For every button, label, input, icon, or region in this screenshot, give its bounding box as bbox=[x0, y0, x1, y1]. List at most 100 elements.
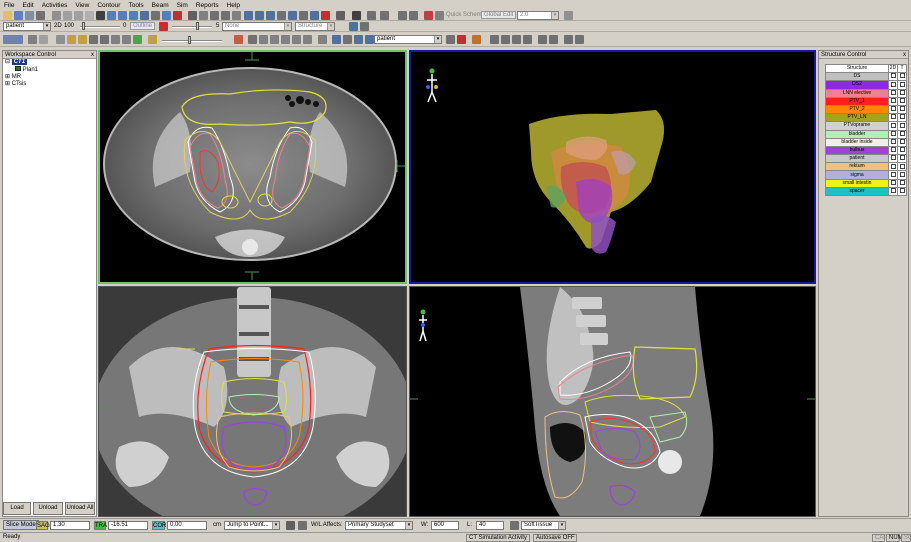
brush-size-thumb[interactable] bbox=[188, 36, 191, 44]
structure-row[interactable]: PTVoprame bbox=[825, 121, 907, 131]
open-icon[interactable] bbox=[3, 11, 12, 20]
color-icon[interactable] bbox=[148, 35, 157, 44]
level-input[interactable]: 40 bbox=[476, 521, 504, 530]
structure-row[interactable]: PTV_1 bbox=[825, 96, 907, 106]
margin-icon[interactable] bbox=[100, 35, 109, 44]
axial-viewport[interactable] bbox=[98, 50, 407, 284]
copy-icon[interactable] bbox=[74, 11, 83, 20]
structure-name[interactable]: PTVoprame bbox=[825, 121, 889, 131]
export-icon[interactable] bbox=[549, 35, 558, 44]
poi-icon[interactable] bbox=[354, 35, 363, 44]
structure-2d-checkbox[interactable] bbox=[890, 171, 896, 177]
structure-t-checkbox[interactable] bbox=[899, 147, 905, 153]
undo-icon[interactable] bbox=[52, 11, 61, 20]
structure-row[interactable]: LNN elective bbox=[825, 88, 907, 98]
point-icon[interactable] bbox=[343, 35, 352, 44]
layout-2-icon[interactable] bbox=[575, 35, 584, 44]
structure-t-checkbox[interactable] bbox=[899, 73, 905, 79]
structure-row[interactable]: rektum bbox=[825, 162, 907, 172]
stop-icon[interactable] bbox=[457, 35, 466, 44]
filter-icon[interactable] bbox=[380, 11, 389, 20]
structure-t-checkbox[interactable] bbox=[899, 122, 905, 128]
global-edit-button[interactable]: Global Edit bbox=[481, 11, 517, 19]
anchor-icon[interactable] bbox=[270, 35, 279, 44]
filter-2-icon[interactable] bbox=[259, 35, 268, 44]
structure-row[interactable]: PTV_2 bbox=[825, 104, 907, 115]
load-button[interactable]: Load bbox=[3, 502, 31, 515]
mirror-icon[interactable] bbox=[281, 35, 290, 44]
menu-sim[interactable]: Sim bbox=[173, 2, 192, 9]
move-icon[interactable] bbox=[299, 11, 308, 20]
menu-tools[interactable]: Tools bbox=[124, 2, 147, 9]
preset-icon[interactable] bbox=[510, 521, 519, 530]
sag-input[interactable]: 1.30 bbox=[50, 521, 90, 530]
zoom-in-icon[interactable] bbox=[107, 11, 116, 20]
menu-activities[interactable]: Activities bbox=[38, 2, 72, 9]
menu-view[interactable]: View bbox=[71, 2, 93, 9]
tree-item-ct1[interactable]: ⊟ CT1 bbox=[5, 59, 96, 66]
line-icon[interactable] bbox=[78, 35, 87, 44]
dose-icon[interactable] bbox=[501, 35, 510, 44]
magnify-3-icon[interactable] bbox=[266, 11, 275, 20]
save-all-icon[interactable] bbox=[25, 11, 34, 20]
zoom-fit-icon[interactable] bbox=[129, 11, 138, 20]
tree-item-ctsis[interactable]: ⊞ CTsis bbox=[5, 81, 96, 88]
patient-select-2[interactable]: patient ▾ bbox=[374, 35, 442, 44]
reset-view-icon[interactable] bbox=[173, 11, 182, 20]
structure-2d-checkbox[interactable] bbox=[890, 81, 896, 87]
display-icon[interactable] bbox=[360, 22, 369, 31]
eraser-icon[interactable] bbox=[39, 35, 48, 44]
structure-2d-checkbox[interactable] bbox=[890, 114, 896, 120]
rotate-icon[interactable] bbox=[151, 11, 160, 20]
tools-icon[interactable] bbox=[564, 35, 573, 44]
structure-t-checkbox[interactable] bbox=[899, 171, 905, 177]
structure-2d-checkbox[interactable] bbox=[890, 73, 896, 79]
structure-name[interactable]: rektum bbox=[825, 162, 889, 172]
wrap-icon[interactable] bbox=[318, 35, 327, 44]
jump-to-select[interactable]: Jump to Point... ▾ bbox=[224, 521, 280, 530]
opacity-slider-thumb[interactable] bbox=[196, 22, 199, 30]
link-icon[interactable] bbox=[365, 35, 374, 44]
cut-icon[interactable] bbox=[63, 11, 72, 20]
threshold-icon[interactable] bbox=[133, 35, 142, 44]
structure-2d-checkbox[interactable] bbox=[890, 89, 896, 95]
structure-row[interactable]: bladder inside bbox=[825, 137, 907, 147]
structure-name[interactable]: DS2 bbox=[825, 80, 889, 90]
structure-2d-checkbox[interactable] bbox=[890, 188, 896, 194]
outline-button[interactable]: Outline bbox=[130, 22, 156, 30]
fit-icon[interactable] bbox=[277, 11, 286, 20]
structure-t-checkbox[interactable] bbox=[899, 98, 905, 104]
structure-t-checkbox[interactable] bbox=[899, 114, 905, 120]
tree-item-mr[interactable]: ⊞ MR bbox=[5, 74, 96, 81]
sim-icon[interactable] bbox=[490, 35, 499, 44]
contour-tool-icon[interactable] bbox=[3, 35, 23, 44]
structure-row[interactable]: bulbus bbox=[825, 145, 907, 156]
structure-t-checkbox[interactable] bbox=[899, 163, 905, 169]
structure-name[interactable]: PTV_LN bbox=[825, 113, 889, 123]
settings-icon[interactable] bbox=[446, 35, 455, 44]
curve-icon[interactable] bbox=[332, 35, 341, 44]
structure-t-checkbox[interactable] bbox=[899, 188, 905, 194]
structure-2d-checkbox[interactable] bbox=[890, 155, 896, 161]
cursor-icon[interactable] bbox=[221, 11, 230, 20]
structure-name[interactable]: bladder inside bbox=[825, 137, 889, 147]
structure-name[interactable]: bladder bbox=[825, 129, 889, 139]
crosshair-icon[interactable] bbox=[188, 11, 197, 20]
refresh-icon[interactable] bbox=[321, 11, 330, 20]
structure-2d-checkbox[interactable] bbox=[890, 130, 896, 136]
auto-contour-icon[interactable] bbox=[248, 35, 257, 44]
structure-2d-checkbox[interactable] bbox=[890, 147, 896, 153]
patient-select[interactable]: patient ▾ bbox=[3, 22, 51, 31]
coronal-viewport[interactable] bbox=[98, 286, 407, 517]
flip-icon[interactable] bbox=[292, 35, 301, 44]
structure-t-checkbox[interactable] bbox=[899, 138, 905, 144]
layout-icon[interactable] bbox=[232, 11, 241, 20]
structure-name[interactable]: LNN elective bbox=[825, 88, 889, 98]
structure-row[interactable]: spacer bbox=[825, 186, 907, 197]
structure-t-checkbox[interactable] bbox=[899, 106, 905, 112]
structure-name[interactable]: bulbus bbox=[825, 145, 889, 156]
brush-icon[interactable] bbox=[435, 11, 444, 20]
magnify-icon[interactable] bbox=[244, 11, 253, 20]
close-icon[interactable]: x bbox=[903, 51, 906, 59]
structure-row[interactable]: patient bbox=[825, 154, 907, 164]
